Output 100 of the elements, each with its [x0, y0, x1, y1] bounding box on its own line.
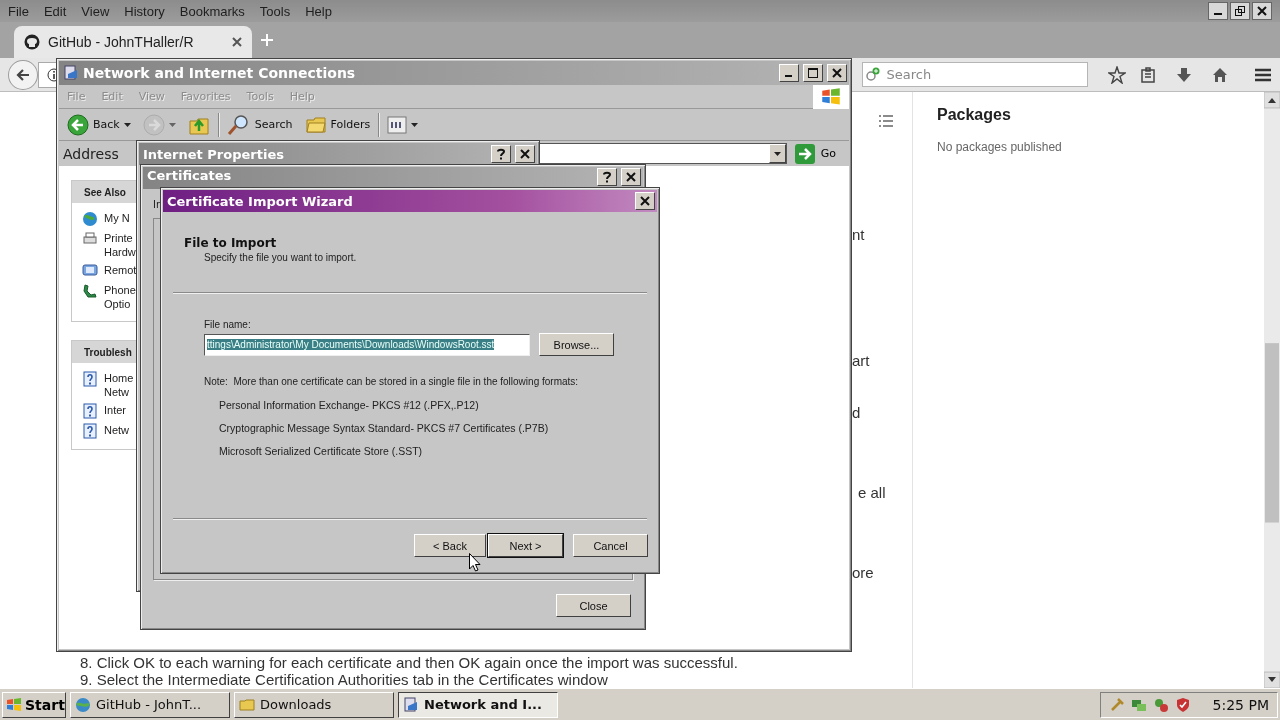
help-button[interactable]: [491, 145, 511, 163]
restore-icon: [1235, 6, 1245, 16]
wizard-button[interactable]: Next >: [488, 534, 563, 557]
pane-link[interactable]: Remot: [104, 263, 137, 277]
taskbar-button[interactable]: GitHub - JohnT...: [70, 691, 230, 718]
close-icon: [640, 196, 650, 206]
download-arrow-icon: [1176, 66, 1192, 83]
caret-icon: [123, 122, 131, 127]
search-button[interactable]: Search: [222, 113, 297, 136]
close-icon: [626, 172, 636, 182]
pane-link[interactable]: Phone Optio: [104, 283, 136, 311]
bookmark-star-button[interactable]: [1108, 65, 1126, 84]
folders-button[interactable]: Folders: [300, 113, 375, 136]
close-icon: [232, 37, 242, 47]
menu-item[interactable]: File: [8, 3, 29, 19]
star-icon: [1108, 65, 1126, 84]
network-connections-icon: [403, 696, 419, 713]
tab-title: GitHub - JohnTHaller/R: [48, 34, 194, 50]
folder-icon: [239, 696, 255, 713]
menu-item[interactable]: Bookmarks: [179, 3, 245, 19]
window-icon: [63, 65, 79, 81]
menu-item[interactable]: View: [81, 3, 110, 19]
views-icon: [387, 115, 408, 134]
list-icon[interactable]: [878, 113, 894, 129]
browser-tab[interactable]: GitHub - JohnTHaller/R: [14, 26, 252, 58]
pane-title: Troublesh: [84, 346, 132, 358]
back-button[interactable]: [8, 59, 38, 90]
window-title: Certificate Import Wizard: [167, 193, 353, 209]
caret-icon: [411, 122, 419, 127]
maximize-icon: [808, 68, 818, 78]
reading-list-button[interactable]: [1140, 66, 1156, 83]
address-label: Address: [63, 145, 119, 162]
help-topic-icon: [82, 403, 98, 419]
window-title: Internet Properties: [143, 146, 284, 162]
close-icon: [1257, 6, 1267, 16]
wizard-button[interactable]: < Back: [414, 534, 486, 557]
article-text: e all: [858, 484, 886, 502]
search-field[interactable]: Search: [884, 66, 1087, 83]
search-icon: [226, 113, 251, 136]
globe-icon: [82, 211, 98, 227]
file-name-field[interactable]: ttings\Administrator\My Documents\Downloads\WindowsRoot.sst: [204, 333, 530, 356]
browse-button[interactable]: Browse...: [539, 333, 614, 356]
close-dialog-button[interactable]: Close: [556, 594, 631, 617]
pane-link[interactable]: Home Netw: [104, 371, 134, 399]
scrollbar[interactable]: [1264, 92, 1280, 688]
search-box[interactable]: Search: [861, 62, 1088, 87]
dropdown-button[interactable]: [768, 144, 786, 163]
caret-icon: [773, 151, 781, 156]
instruction-step: 9. Select the Intermediate Certification Authorities tab in the Certificates window: [80, 671, 852, 688]
article-text: d: [852, 404, 861, 422]
start-button[interactable]: Start: [2, 691, 66, 718]
pane-link[interactable]: Printe Hardw: [104, 231, 136, 259]
window-title: Certificates: [147, 168, 232, 183]
caret-icon: [168, 122, 176, 127]
close-icon: [520, 149, 530, 159]
menu-item[interactable]: Help: [305, 3, 332, 19]
menu-item[interactable]: Edit: [43, 3, 67, 19]
note-text: Note: More than one certificate can be stored in a single file in the following formats:: [204, 376, 580, 387]
article-text: ore: [852, 564, 874, 582]
remote-desktop-icon: [82, 263, 98, 279]
format-item: Cryptographic Message Syntax Standard- PKCS #7 Certificates (.P7B): [219, 422, 550, 434]
close-button[interactable]: [1252, 2, 1272, 20]
shield-icon[interactable]: [1175, 696, 1191, 713]
back-button[interactable]: Back: [63, 113, 135, 136]
browser-globe-icon: [75, 696, 91, 713]
taskbar-button[interactable]: Downloads: [234, 691, 394, 718]
close-icon: [832, 68, 842, 78]
menu-button[interactable]: [1254, 66, 1272, 83]
help-button[interactable]: [597, 168, 617, 186]
wizard-heading: File to Import: [184, 236, 278, 250]
help-icon: [496, 148, 506, 160]
instruction-step: 8. Click OK to each warning for each certificate and then OK again once the import was successful.: [80, 654, 852, 671]
clipboard-icon: [1140, 66, 1156, 83]
file-path-text: ttings\Administrator\My Documents\Downloads\WindowsRoot.sst: [207, 339, 495, 350]
minimize-button[interactable]: [1208, 2, 1228, 20]
menu-item[interactable]: History: [124, 3, 165, 19]
maximize-button[interactable]: [803, 64, 823, 82]
wizard-button[interactable]: Cancel: [573, 534, 648, 557]
field-label: File name:: [204, 319, 252, 330]
article-text: art: [852, 352, 870, 370]
github-logo-icon: [24, 34, 40, 50]
restore-button[interactable]: [1230, 2, 1250, 20]
url-bar[interactable]: [37, 61, 56, 88]
menu-icon: [1254, 66, 1272, 83]
pane-link[interactable]: My N: [104, 211, 130, 225]
home-icon: [1212, 66, 1228, 83]
mouse-cursor-icon: [469, 553, 481, 572]
sidebar-heading: Packages: [937, 106, 1012, 124]
menu-item[interactable]: Tools: [259, 3, 291, 19]
pane-link[interactable]: Inter: [104, 403, 126, 417]
search-engine-add-icon[interactable]: [864, 66, 881, 83]
field-label: Ir: [153, 199, 161, 210]
home-button[interactable]: [1212, 66, 1228, 83]
format-item: Personal Information Exchange- PKCS #12 (.PFX,.P12): [219, 399, 480, 411]
taskbar-button[interactable]: Network and I...: [398, 691, 558, 718]
pane-link[interactable]: Netw: [104, 423, 130, 437]
downloads-button[interactable]: [1176, 66, 1192, 83]
sidebar-text: No packages published: [937, 140, 1063, 154]
wizard-subheading: Specify the file you want to import.: [204, 252, 358, 263]
go-button[interactable]: Go: [790, 143, 841, 164]
